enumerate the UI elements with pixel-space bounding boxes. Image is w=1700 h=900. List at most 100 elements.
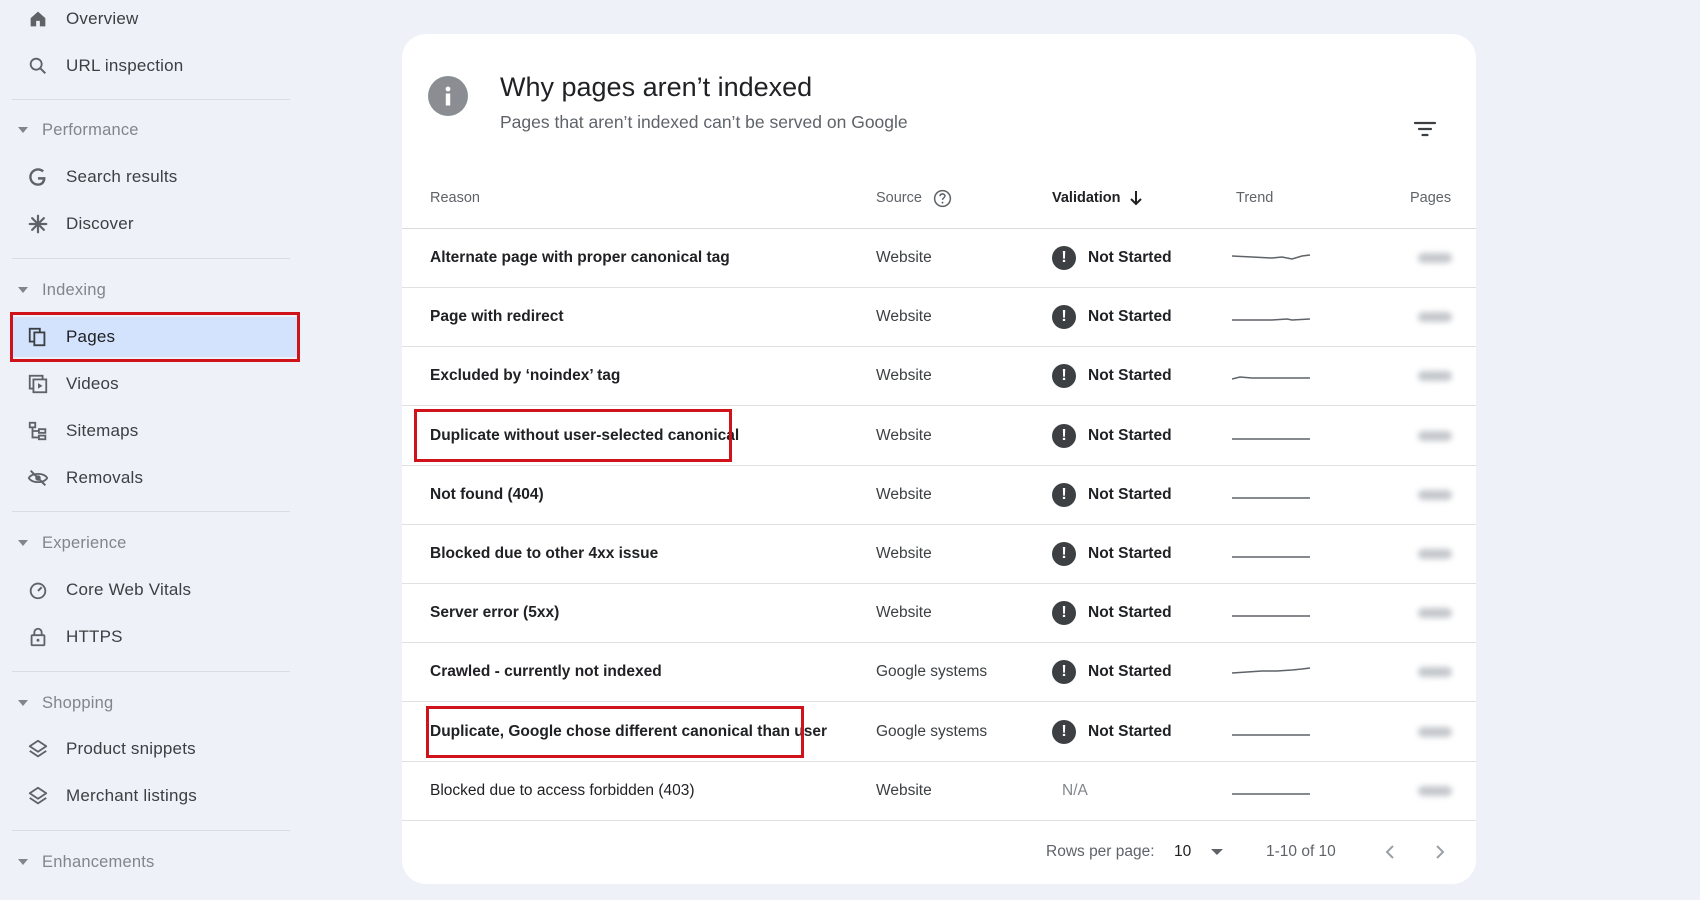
trend-sparkline [1232,347,1312,405]
reason-cell[interactable]: Crawled - currently not indexed [430,643,662,701]
sidebar-item-core-web-vitals[interactable]: Core Web Vitals [12,570,298,610]
reason-cell[interactable]: Excluded by ‘noindex’ tag [430,347,620,405]
blurred-value [1418,726,1452,737]
trend-sparkline [1232,584,1312,642]
prev-page-button[interactable] [1384,834,1396,870]
pages-count-blurred [1362,288,1452,346]
column-header-trend: Trend [1236,190,1274,206]
sidebar-section-enhancements[interactable]: Enhancements [12,845,298,879]
validation-cell: ! Not Started [1052,466,1172,524]
reason-cell[interactable]: Blocked due to access forbidden (403) [430,762,695,820]
sidebar-section-experience[interactable]: Experience [12,526,298,560]
sidebar-item-label: Videos [66,374,119,393]
validation-cell: N/A [1062,762,1088,820]
blurred-value [1418,549,1452,559]
divider [12,671,290,672]
reason-cell[interactable]: Not found (404) [430,466,544,524]
sparkline [1232,497,1310,499]
trend-sparkline [1232,466,1312,524]
section-label: Performance [42,120,139,139]
trend-sparkline [1232,643,1312,701]
sidebar-item-removals[interactable]: Removals [12,458,298,498]
warning-icon: ! [1052,719,1076,744]
rows-per-page-label: Rows per page: [1046,843,1155,860]
divider [12,511,290,512]
table-row[interactable]: Page with redirect Website! Not Started [402,288,1476,348]
source-cell: Google systems [876,663,988,681]
sidebar-item-url-inspection[interactable]: URL inspection [12,46,298,86]
not-indexed-card: Why pages aren’t indexed Pages that aren… [402,34,1476,884]
reason-cell[interactable]: Server error (5xx) [430,584,559,642]
source-cell: Website [876,426,932,444]
sidebar-item-product-snippets[interactable]: Product snippets [12,729,298,769]
sidebar-item-label: Overview [66,9,139,28]
sparkline [1232,615,1310,617]
caret-down-icon [18,287,28,293]
trend-sparkline [1232,407,1312,465]
warning-icon: ! [1052,423,1076,448]
blurred-value [1418,608,1452,619]
table-row[interactable]: Server error (5xx) Website ! Not Started [402,584,1476,644]
section-label: Indexing [42,280,106,299]
table-row[interactable]: Blocked due to access forbidden (403) Web… [402,762,1476,821]
column-header-label: Source [876,190,922,206]
sidebar-section-performance[interactable]: Performance [12,113,298,147]
video-icon [26,372,50,396]
trend-sparkline [1232,525,1312,583]
sidebar-section-shopping[interactable]: Shopping [12,686,298,720]
sidebar-item-label: Removals [66,468,144,487]
validation-cell: ! Not Started [1052,584,1172,642]
sidebar-item-sitemaps[interactable]: Sitemaps [12,411,298,451]
table-row[interactable]: Blocked due to other 4xx issue Website! No… [402,525,1476,584]
card-subtitle: Pages that aren’t indexed can’t be serve… [500,112,908,132]
blurred-value [1418,667,1452,678]
source-cell: Website [876,249,932,266]
table-row[interactable]: Excluded by ‘noindex’ tag Website ! Not Sta… [402,347,1476,407]
sidebar-item-https[interactable]: HTTPS [12,617,298,657]
next-page-button[interactable] [1434,834,1446,870]
trend-sparkline [1232,229,1312,287]
sidebar-item-search-results[interactable]: Search results [12,157,298,197]
column-header-validation[interactable]: Validation [1052,186,1143,210]
eye-off-icon [26,466,50,490]
table-row[interactable]: Crawled - currently not indexed Google sy… [402,643,1476,703]
rows-per-page-select[interactable]: 10 [1174,834,1224,870]
table-row[interactable]: Alternate page with proper canonical tag… [402,229,1476,288]
caret-down-icon [18,700,28,706]
validation-cell: ! Not Started [1052,407,1172,465]
sparkline [1232,667,1311,675]
reason-cell[interactable]: Alternate page with proper canonical tag [430,229,730,287]
column-header-pages: Pages [1410,190,1452,206]
asterisk-icon [26,212,50,236]
blurred-value [1418,371,1452,382]
source-cell: Website [876,604,932,622]
filter-button[interactable] [1410,114,1440,144]
table-row[interactable]: Not found (404) Website! Not Started [402,466,1476,525]
warning-icon: ! [1052,482,1076,507]
sidebar-item-merchant-listings[interactable]: Merchant listings [12,776,298,816]
validation-status: Not Started [1088,367,1172,385]
column-header-reason: Reason [430,190,480,206]
sidebar-item-videos[interactable]: Videos [12,364,298,404]
validation-cell: ! Not Started [1052,347,1172,405]
sparkline [1232,254,1311,260]
warning-icon: ! [1052,542,1076,566]
sidebar-section-indexing[interactable]: Indexing [12,273,298,307]
sidebar-item-discover[interactable]: Discover [12,204,298,244]
validation-cell: ! Not Started [1052,643,1172,701]
arrow-down-icon [1129,190,1143,206]
reason-cell[interactable]: Blocked due to other 4xx issue [430,525,658,583]
help-icon[interactable] [933,189,952,208]
reason-cell[interactable]: Page with redirect [430,288,564,346]
warning-icon: ! [1052,305,1076,330]
source-cell: Website [876,308,932,326]
sidebar-item-label: Sitemaps [66,421,139,440]
sparkline [1232,556,1310,558]
source-cell: Website [876,367,932,385]
caret-down-icon [18,540,28,546]
sidebar-item-label: URL inspection [66,56,184,75]
chevron-down-icon [1211,849,1224,855]
sidebar-item-overview[interactable]: Overview [12,0,298,39]
pages-count-blurred [1362,229,1452,287]
validation-status: Not Started [1088,663,1172,681]
